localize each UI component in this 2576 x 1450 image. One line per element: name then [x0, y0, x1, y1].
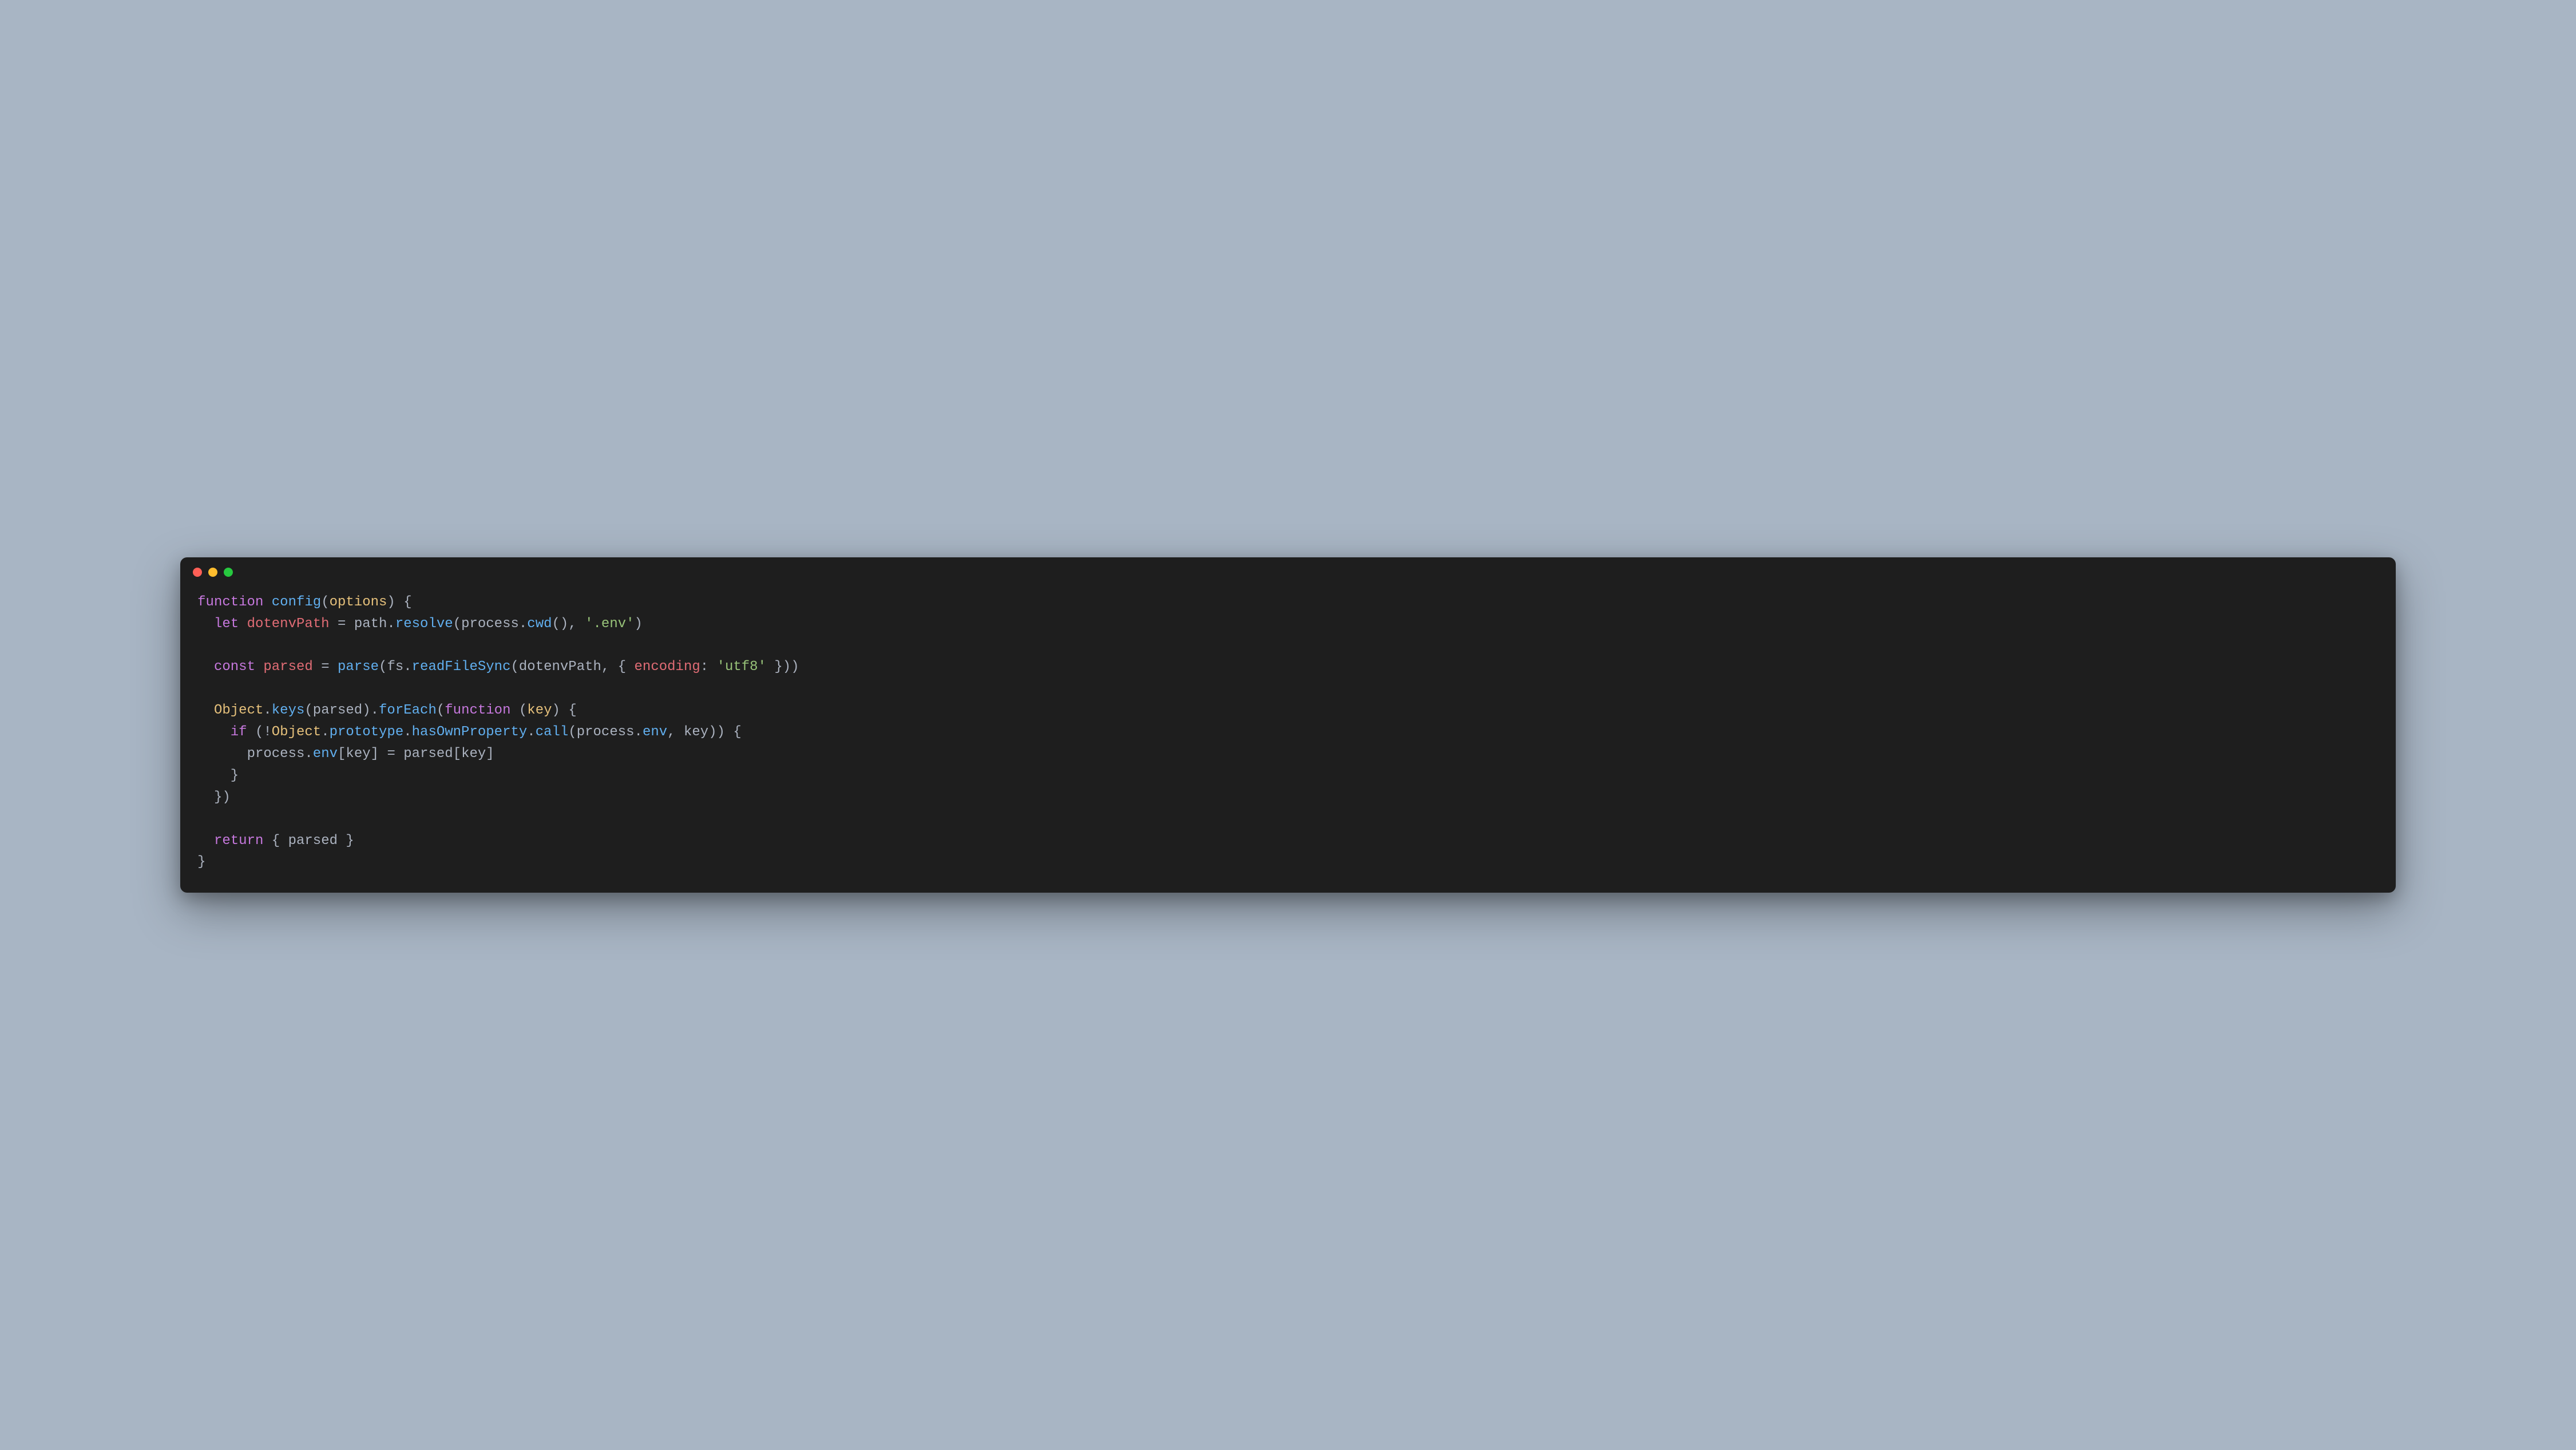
- code-token: (),: [552, 616, 585, 632]
- code-token: .: [635, 724, 643, 740]
- code-token: (: [568, 724, 576, 740]
- code-token: .: [403, 659, 411, 675]
- code-token: })): [766, 659, 799, 675]
- code-token: [197, 833, 214, 849]
- code-token: [197, 703, 214, 718]
- code-token: (: [321, 595, 329, 610]
- code-token: keys: [272, 703, 305, 718]
- code-token: (: [304, 703, 312, 718]
- code-token: Object: [272, 724, 321, 740]
- code-token: function: [197, 595, 272, 610]
- code-token: (: [453, 616, 461, 632]
- code-token: call: [536, 724, 569, 740]
- code-token: function: [445, 703, 519, 718]
- code-token: )) {: [708, 724, 742, 740]
- code-token: return: [214, 833, 272, 849]
- code-token: ).: [362, 703, 379, 718]
- code-token: options: [330, 595, 387, 610]
- code-token: forEach: [379, 703, 437, 718]
- code-token: dotenvPath: [247, 616, 330, 632]
- code-token: (: [519, 703, 527, 718]
- code-token: (: [379, 659, 387, 675]
- code-token: }: [338, 833, 354, 849]
- close-icon[interactable]: [193, 568, 202, 577]
- code-token: prototype: [330, 724, 404, 740]
- code-token: :: [700, 659, 717, 675]
- code-token: config: [272, 595, 321, 610]
- code-token: ] =: [371, 746, 404, 762]
- code-token: [197, 659, 214, 675]
- code-token: .: [304, 746, 312, 762]
- code-token: let: [214, 616, 247, 632]
- code-token: [197, 616, 214, 632]
- code-token: if: [231, 724, 255, 740]
- code-token: process: [247, 746, 305, 762]
- code-token: ) {: [387, 595, 411, 610]
- code-token: encoding: [635, 659, 700, 675]
- code-token: [197, 724, 231, 740]
- code-token: (!: [255, 724, 272, 740]
- maximize-icon[interactable]: [224, 568, 233, 577]
- code-token: key: [346, 746, 370, 762]
- code-token: env: [313, 746, 338, 762]
- code-token: parsed: [288, 833, 338, 849]
- code-token: path: [354, 616, 387, 632]
- code-token: ): [635, 616, 643, 632]
- code-token: =: [330, 616, 354, 632]
- code-token: (: [510, 659, 518, 675]
- code-token: process: [461, 616, 519, 632]
- code-token: .: [527, 724, 535, 740]
- code-token: Object: [214, 703, 263, 718]
- code-token: .: [321, 724, 329, 740]
- code-token: readFileSync: [412, 659, 511, 675]
- minimize-icon[interactable]: [208, 568, 217, 577]
- code-token: [: [338, 746, 346, 762]
- code-token: key: [461, 746, 486, 762]
- code-token: ) {: [552, 703, 577, 718]
- code-token: (: [437, 703, 445, 718]
- code-token: hasOwnProperty: [412, 724, 528, 740]
- code-token: const: [214, 659, 263, 675]
- code-token: }: [197, 768, 239, 783]
- code-token: parse: [338, 659, 379, 675]
- code-token: .: [263, 703, 271, 718]
- code-token: process: [577, 724, 635, 740]
- code-token: ]: [486, 746, 494, 762]
- code-token: parsed: [313, 703, 362, 718]
- code-token: .: [387, 616, 395, 632]
- code-token: =: [313, 659, 338, 675]
- window-titlebar: [180, 557, 2396, 581]
- code-token: key: [684, 724, 708, 740]
- code-token: dotenvPath: [519, 659, 601, 675]
- code-token: }): [197, 790, 231, 805]
- code-token: '.env': [585, 616, 634, 632]
- code-token: env: [643, 724, 667, 740]
- code-token: fs: [387, 659, 403, 675]
- code-token: .: [403, 724, 411, 740]
- code-token: , {: [601, 659, 635, 675]
- code-token: cwd: [527, 616, 552, 632]
- code-token: {: [272, 833, 288, 849]
- code-token: key: [527, 703, 552, 718]
- code-token: ,: [667, 724, 684, 740]
- code-token: [197, 746, 247, 762]
- code-token: 'utf8': [717, 659, 766, 675]
- code-token: .: [519, 616, 527, 632]
- code-window: function config(options) { let dotenvPat…: [180, 557, 2396, 893]
- code-content: function config(options) { let dotenvPat…: [180, 581, 2396, 893]
- code-token: resolve: [395, 616, 453, 632]
- code-token: }: [197, 854, 205, 870]
- code-token: parsed: [263, 659, 312, 675]
- code-token: parsed: [403, 746, 453, 762]
- code-token: [: [453, 746, 461, 762]
